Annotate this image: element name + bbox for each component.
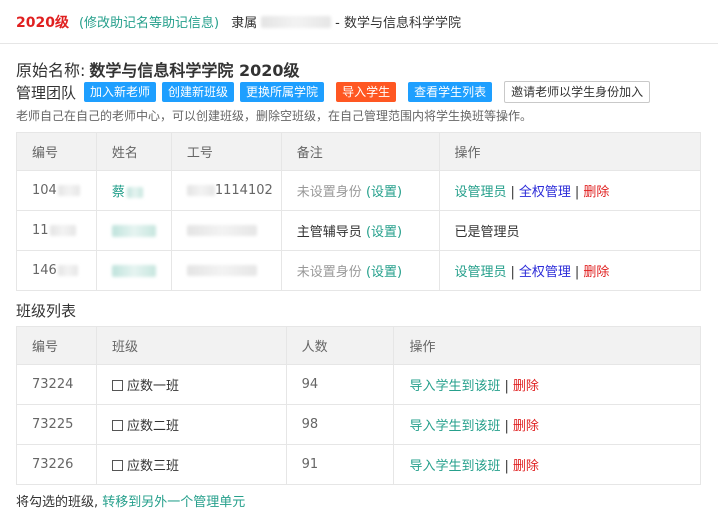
full-manage-link[interactable]: 全权管理 bbox=[519, 265, 571, 280]
row-id: 104 bbox=[16, 170, 97, 211]
admin-status: 已是管理员 bbox=[454, 225, 520, 240]
import-to-class-link[interactable]: 导入学生到该班 bbox=[409, 459, 500, 474]
delete-class-link[interactable]: 删除 bbox=[513, 379, 539, 394]
add-teacher-button[interactable]: 加入新老师 bbox=[84, 82, 157, 102]
belong-label: 隶属 bbox=[231, 16, 258, 31]
col-actions: 操作 bbox=[393, 326, 701, 365]
class-actions: 导入学生到该班 | 删除 bbox=[393, 404, 701, 445]
row-work-id: 1114102 bbox=[170, 170, 282, 211]
delete-link[interactable]: 删除 bbox=[583, 265, 609, 280]
delete-class-link[interactable]: 删除 bbox=[513, 459, 539, 474]
create-class-button[interactable]: 创建新班级 bbox=[162, 82, 235, 102]
set-identity-link[interactable]: (设置) bbox=[366, 265, 402, 280]
table-row: 73225 应数二班 98 导入学生到该班 | 删除 bbox=[16, 404, 701, 445]
change-college-button[interactable]: 更换所属学院 bbox=[240, 82, 325, 102]
col-name: 姓名 bbox=[95, 132, 172, 171]
class-name-cell: 应数一班 bbox=[95, 364, 287, 405]
class-table: 编号 班级 人数 操作 73224 应数一班 94 导入学生到该班 | 删除 732… bbox=[16, 326, 701, 485]
class-id: 73224 bbox=[16, 364, 97, 405]
import-to-class-link[interactable]: 导入学生到该班 bbox=[409, 379, 500, 394]
class-count: 94 bbox=[285, 364, 395, 405]
row-name bbox=[95, 250, 172, 291]
row-remark: 未设置身份 (设置) bbox=[280, 170, 440, 211]
page-header: 2020级 (修改助记名等助记信息) 隶属 - 数学与信息科学学院 bbox=[0, 0, 718, 44]
class-list-title: 班级列表 bbox=[16, 302, 77, 320]
team-table-header: 编号 姓名 工号 备注 操作 bbox=[16, 132, 701, 171]
row-remark: 主管辅导员 (设置) bbox=[280, 210, 440, 251]
transfer-text: 将勾选的班级, bbox=[16, 495, 99, 510]
col-remark: 备注 bbox=[280, 132, 440, 171]
view-students-button[interactable]: 查看学生列表 bbox=[408, 82, 493, 102]
import-to-class-link[interactable]: 导入学生到该班 bbox=[409, 419, 500, 434]
table-row: 73226 应数三班 91 导入学生到该班 | 删除 bbox=[16, 444, 701, 485]
original-name-label: 原始名称: bbox=[16, 61, 86, 80]
management-hint: 老师自己在自己的老师中心，可以创建班级，删除空班级，在自己管理范围内将学生换班等… bbox=[16, 109, 533, 123]
class-name: 应数三班 bbox=[126, 459, 179, 474]
full-manage-link[interactable]: 全权管理 bbox=[519, 185, 571, 200]
table-row: 104 蔡 1114102 未设置身份 (设置) 设管理员 | 全权管理 | 删除 bbox=[16, 170, 701, 211]
edit-mnemonic-link[interactable]: (修改助记名等助记信息) bbox=[79, 12, 219, 31]
row-remark: 未设置身份 (设置) bbox=[280, 250, 440, 291]
class-name-cell: 应数三班 bbox=[95, 444, 287, 485]
col-work-id: 工号 bbox=[170, 132, 282, 171]
row-id: 11 bbox=[16, 210, 97, 251]
col-id: 编号 bbox=[16, 132, 97, 171]
team-table: 编号 姓名 工号 备注 操作 104 蔡 1114102 未设置身份 (设置) … bbox=[16, 132, 701, 291]
row-work-id bbox=[170, 210, 282, 251]
delete-link[interactable]: 删除 bbox=[583, 185, 609, 200]
management-toolbar: 管理团队 加入新老师 创建新班级 更换所属学院 导入学生 查看学生列表 邀请老师… bbox=[16, 81, 651, 103]
set-admin-link[interactable]: 设管理员 bbox=[455, 265, 507, 280]
class-actions: 导入学生到该班 | 删除 bbox=[393, 444, 701, 485]
class-checkbox[interactable] bbox=[111, 460, 123, 471]
transfer-link[interactable]: 转移到另外一个管理单元 bbox=[102, 495, 245, 510]
management-team-label: 管理团队 bbox=[16, 83, 77, 102]
class-checkbox[interactable] bbox=[111, 380, 123, 391]
class-table-header: 编号 班级 人数 操作 bbox=[16, 326, 701, 365]
import-students-button[interactable]: 导入学生 bbox=[336, 82, 397, 102]
invite-teacher-button[interactable]: 邀请老师以学生身份加入 bbox=[504, 81, 651, 103]
grade-title: 2020级 bbox=[16, 14, 69, 31]
class-checkbox[interactable] bbox=[111, 420, 123, 431]
set-identity-link[interactable]: (设置) bbox=[366, 225, 402, 240]
class-id: 73226 bbox=[16, 444, 97, 485]
transfer-footer: 将勾选的班级, 转移到另外一个管理单元 bbox=[16, 491, 245, 510]
row-work-id bbox=[170, 250, 282, 291]
col-class: 班级 bbox=[95, 326, 287, 365]
col-id: 编号 bbox=[16, 326, 97, 365]
row-actions: 已是管理员 bbox=[438, 210, 701, 251]
class-name: 应数二班 bbox=[126, 419, 179, 434]
college-name: - 数学与信息科学学院 bbox=[335, 16, 461, 31]
set-identity-link[interactable]: (设置) bbox=[366, 185, 402, 200]
table-row: 73224 应数一班 94 导入学生到该班 | 删除 bbox=[16, 364, 701, 405]
row-actions: 设管理员 | 全权管理 | 删除 bbox=[438, 170, 701, 211]
table-row: 11 主管辅导员 (设置) 已是管理员 bbox=[16, 210, 701, 251]
delete-class-link[interactable]: 删除 bbox=[513, 419, 539, 434]
class-name-cell: 应数二班 bbox=[95, 404, 287, 445]
class-actions: 导入学生到该班 | 删除 bbox=[393, 364, 701, 405]
row-id: 146 bbox=[16, 250, 97, 291]
row-name bbox=[95, 210, 172, 251]
original-name: 原始名称: 数学与信息科学学院 2020级 bbox=[16, 57, 300, 81]
class-id: 73225 bbox=[16, 404, 97, 445]
row-name: 蔡 bbox=[95, 170, 172, 211]
class-count: 91 bbox=[285, 444, 395, 485]
col-actions: 操作 bbox=[438, 132, 701, 171]
original-name-value: 数学与信息科学学院 2020级 bbox=[89, 61, 300, 80]
col-count: 人数 bbox=[285, 326, 395, 365]
table-row: 146 未设置身份 (设置) 设管理员 | 全权管理 | 删除 bbox=[16, 250, 701, 291]
redacted-org bbox=[261, 15, 332, 28]
class-count: 98 bbox=[285, 404, 395, 445]
class-name: 应数一班 bbox=[126, 379, 179, 394]
row-actions: 设管理员 | 全权管理 | 删除 bbox=[438, 250, 701, 291]
set-admin-link[interactable]: 设管理员 bbox=[455, 185, 507, 200]
